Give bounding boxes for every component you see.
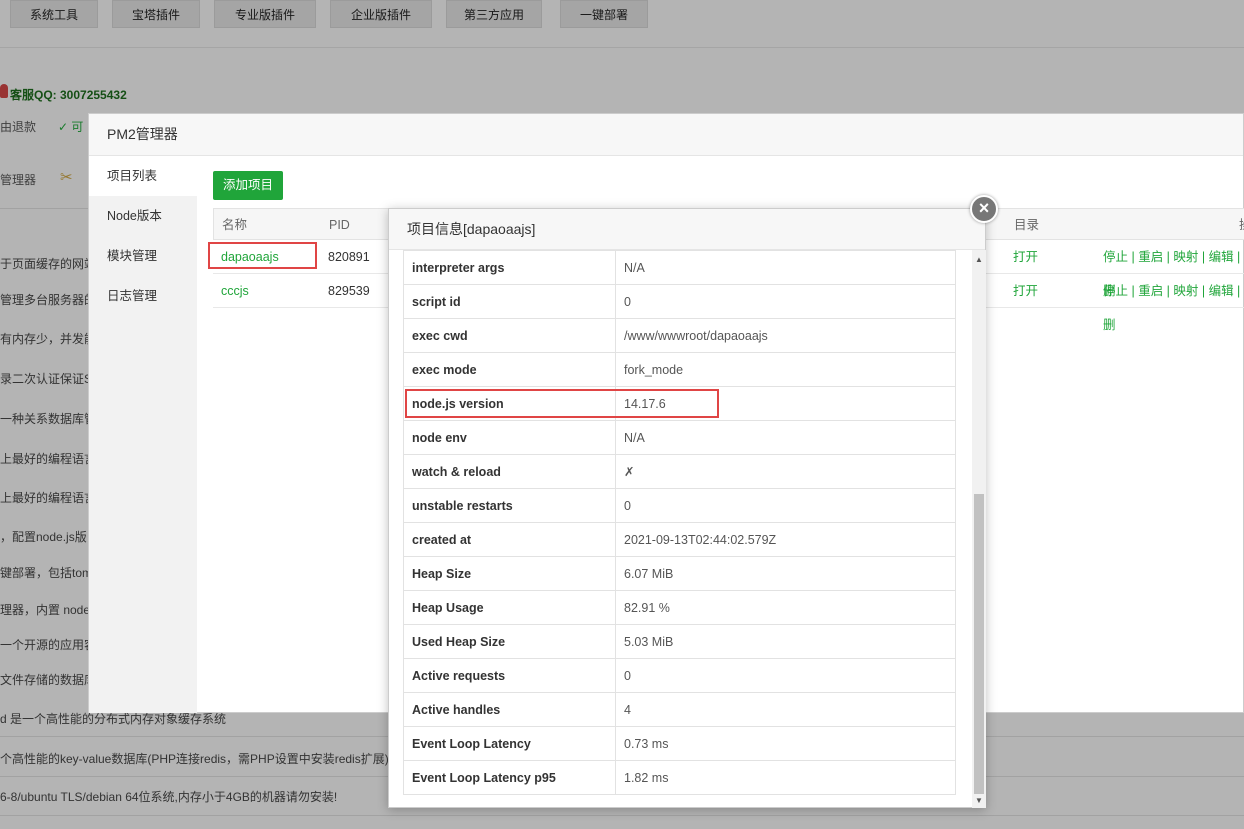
info-row: script id 0 bbox=[403, 284, 956, 319]
open-dir-link[interactable]: 打开 bbox=[1013, 274, 1038, 308]
add-project-button[interactable]: 添加项目 bbox=[213, 171, 283, 200]
info-row: Event Loop Latency 0.73 ms bbox=[403, 726, 956, 761]
info-row: created at 2021-09-13T02:44:02.579Z bbox=[403, 522, 956, 557]
scrollbar-thumb[interactable] bbox=[974, 494, 984, 794]
header-pid: PID bbox=[329, 218, 350, 232]
info-key: exec cwd bbox=[403, 318, 616, 353]
info-value: 82.91 % bbox=[615, 590, 956, 625]
info-key: watch & reload bbox=[403, 454, 616, 489]
header-dir: 目录 bbox=[1014, 218, 1040, 232]
highlight-box bbox=[405, 389, 719, 418]
info-row: unstable restarts 0 bbox=[403, 488, 956, 523]
info-key: interpreter args bbox=[403, 250, 616, 285]
nav-module-manage[interactable]: 模块管理 bbox=[89, 236, 197, 276]
info-row: Heap Usage 82.91 % bbox=[403, 590, 956, 625]
info-row: Event Loop Latency p95 1.82 ms bbox=[403, 760, 956, 795]
info-key: Active handles bbox=[403, 692, 616, 727]
info-value: 0.73 ms bbox=[615, 726, 956, 761]
modal-title: 项目信息[dapaoaajs] bbox=[389, 209, 985, 250]
info-value: N/A bbox=[615, 420, 956, 455]
close-icon[interactable]: × bbox=[970, 195, 998, 223]
info-key: Event Loop Latency p95 bbox=[403, 760, 616, 795]
info-value: 4 bbox=[615, 692, 956, 727]
info-key: Active requests bbox=[403, 658, 616, 693]
info-value: 0 bbox=[615, 658, 956, 693]
project-pid: 829539 bbox=[328, 284, 370, 298]
info-value: 5.03 MiB bbox=[615, 624, 956, 659]
info-value: 1.82 ms bbox=[615, 760, 956, 795]
open-dir-link[interactable]: 打开 bbox=[1013, 240, 1038, 274]
info-value: 0 bbox=[615, 488, 956, 523]
highlight-box bbox=[208, 242, 317, 269]
info-row: exec mode fork_mode bbox=[403, 352, 956, 387]
info-row: Heap Size 6.07 MiB bbox=[403, 556, 956, 591]
pm2-title: PM2管理器 bbox=[89, 114, 1243, 156]
info-value: 6.07 MiB bbox=[615, 556, 956, 591]
row-actions[interactable]: 停止 | 重启 | 映射 | 编辑 | 删 bbox=[1103, 274, 1244, 342]
info-row: node env N/A bbox=[403, 420, 956, 455]
info-row: Active handles 4 bbox=[403, 692, 956, 727]
info-key: Heap Usage bbox=[403, 590, 616, 625]
info-value: 2021-09-13T02:44:02.579Z bbox=[615, 522, 956, 557]
nav-log-manage[interactable]: 日志管理 bbox=[89, 276, 197, 316]
header-action: 操 bbox=[1239, 209, 1244, 241]
info-row: watch & reload ✗ bbox=[403, 454, 956, 489]
header-name: 名称 bbox=[222, 218, 248, 232]
info-value: 0 bbox=[615, 284, 956, 319]
nav-node-version[interactable]: Node版本 bbox=[89, 196, 197, 236]
info-row: interpreter args N/A bbox=[403, 250, 956, 285]
info-table: interpreter args N/A script id 0 exec cwd/ww… bbox=[403, 250, 956, 795]
info-key: created at bbox=[403, 522, 616, 557]
info-key: exec mode bbox=[403, 352, 616, 387]
info-key: script id bbox=[403, 284, 616, 319]
scroll-down-arrow[interactable]: ▼ bbox=[975, 796, 983, 805]
project-name-link[interactable]: cccjs bbox=[221, 274, 249, 308]
info-value: fork_mode bbox=[615, 352, 956, 387]
info-row: Used Heap Size 5.03 MiB bbox=[403, 624, 956, 659]
info-value: N/A bbox=[615, 250, 956, 285]
info-row: exec cwd/www/wwwroot/dapaoaajs bbox=[403, 318, 956, 353]
info-key: unstable restarts bbox=[403, 488, 616, 523]
project-pid: 820891 bbox=[328, 250, 370, 264]
info-value: /www/wwwroot/dapaoaajs bbox=[615, 318, 956, 353]
info-key: Heap Size bbox=[403, 556, 616, 591]
scrollbar[interactable]: ▲ ▼ bbox=[972, 250, 986, 808]
info-key: Event Loop Latency bbox=[403, 726, 616, 761]
scroll-up-arrow[interactable]: ▲ bbox=[975, 255, 983, 264]
pm2-sidebar: 项目列表 Node版本 模块管理 日志管理 bbox=[89, 156, 197, 713]
info-row: Active requests 0 bbox=[403, 658, 956, 693]
project-info-modal: 项目信息[dapaoaajs] interpreter args N/A scrip… bbox=[388, 208, 986, 808]
info-value: ✗ bbox=[615, 454, 956, 489]
info-key: Used Heap Size bbox=[403, 624, 616, 659]
nav-project-list[interactable]: 项目列表 bbox=[89, 156, 197, 196]
info-scroll-area[interactable]: interpreter args N/A script id 0 exec cwd/ww… bbox=[403, 250, 956, 802]
info-key: node env bbox=[403, 420, 616, 455]
